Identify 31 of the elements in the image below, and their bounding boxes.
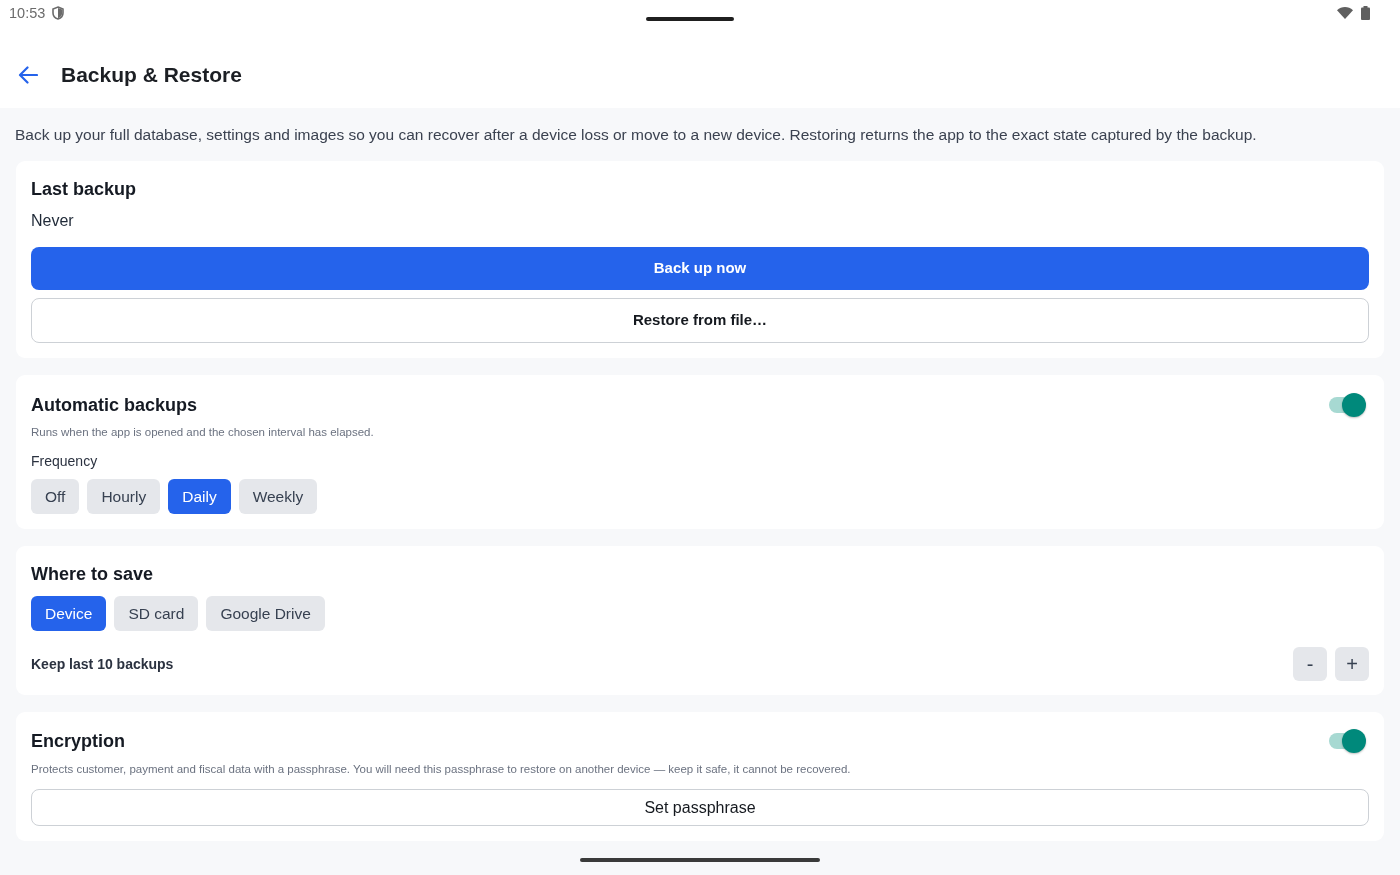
frequency-label: Frequency bbox=[31, 452, 99, 471]
decrement-button[interactable]: - bbox=[1293, 647, 1327, 681]
back-arrow-icon bbox=[18, 66, 38, 84]
location-chip[interactable]: Google Drive bbox=[206, 596, 325, 631]
back-button[interactable] bbox=[18, 66, 38, 84]
page-title: Backup & Restore bbox=[61, 62, 242, 88]
wifi-icon bbox=[1337, 7, 1353, 19]
status-time: 10:53 bbox=[9, 4, 46, 23]
back-up-button[interactable]: Back up now bbox=[31, 247, 1369, 290]
set-passphrase-button[interactable]: Set passphrase bbox=[31, 789, 1369, 826]
section-title: Where to save bbox=[31, 563, 155, 586]
toggle-switch[interactable] bbox=[1329, 728, 1366, 754]
toggle-switch[interactable] bbox=[1329, 392, 1366, 418]
frequency-chip[interactable]: Hourly bbox=[87, 479, 161, 514]
increment-button[interactable]: + bbox=[1335, 647, 1369, 681]
section-title: Last backup bbox=[31, 178, 138, 201]
section-description: Runs when the app is opened and the chosen interval has elapsed. bbox=[31, 425, 375, 440]
intro-text: Back up your full database, settings and images so you can recover after a device loss or move to a new device. Restoring returns the app to the exact state captured by the backup. bbox=[15, 125, 1258, 145]
section-title: Encryption bbox=[31, 730, 125, 753]
location-chip[interactable]: Device bbox=[31, 596, 107, 631]
location-chip[interactable]: SD card bbox=[114, 596, 199, 631]
restore-button[interactable]: Restore from file… bbox=[31, 298, 1369, 343]
frequency-chip[interactable]: Off bbox=[31, 479, 80, 514]
shield-icon bbox=[52, 6, 65, 20]
keep-backups-label: Keep last 10 backups bbox=[31, 655, 174, 674]
frequency-chip[interactable]: Weekly bbox=[238, 479, 318, 514]
last-backup-value: Never bbox=[31, 211, 75, 231]
frequency-chip[interactable]: Daily bbox=[168, 479, 231, 514]
section-title: Automatic backups bbox=[31, 394, 198, 417]
battery-icon bbox=[1361, 6, 1370, 20]
section-description: Protects customer, payment and fiscal data with a passphrase. You will need this passphrase to restore on another device — keep it safe, it cannot be recovered. bbox=[31, 762, 852, 777]
